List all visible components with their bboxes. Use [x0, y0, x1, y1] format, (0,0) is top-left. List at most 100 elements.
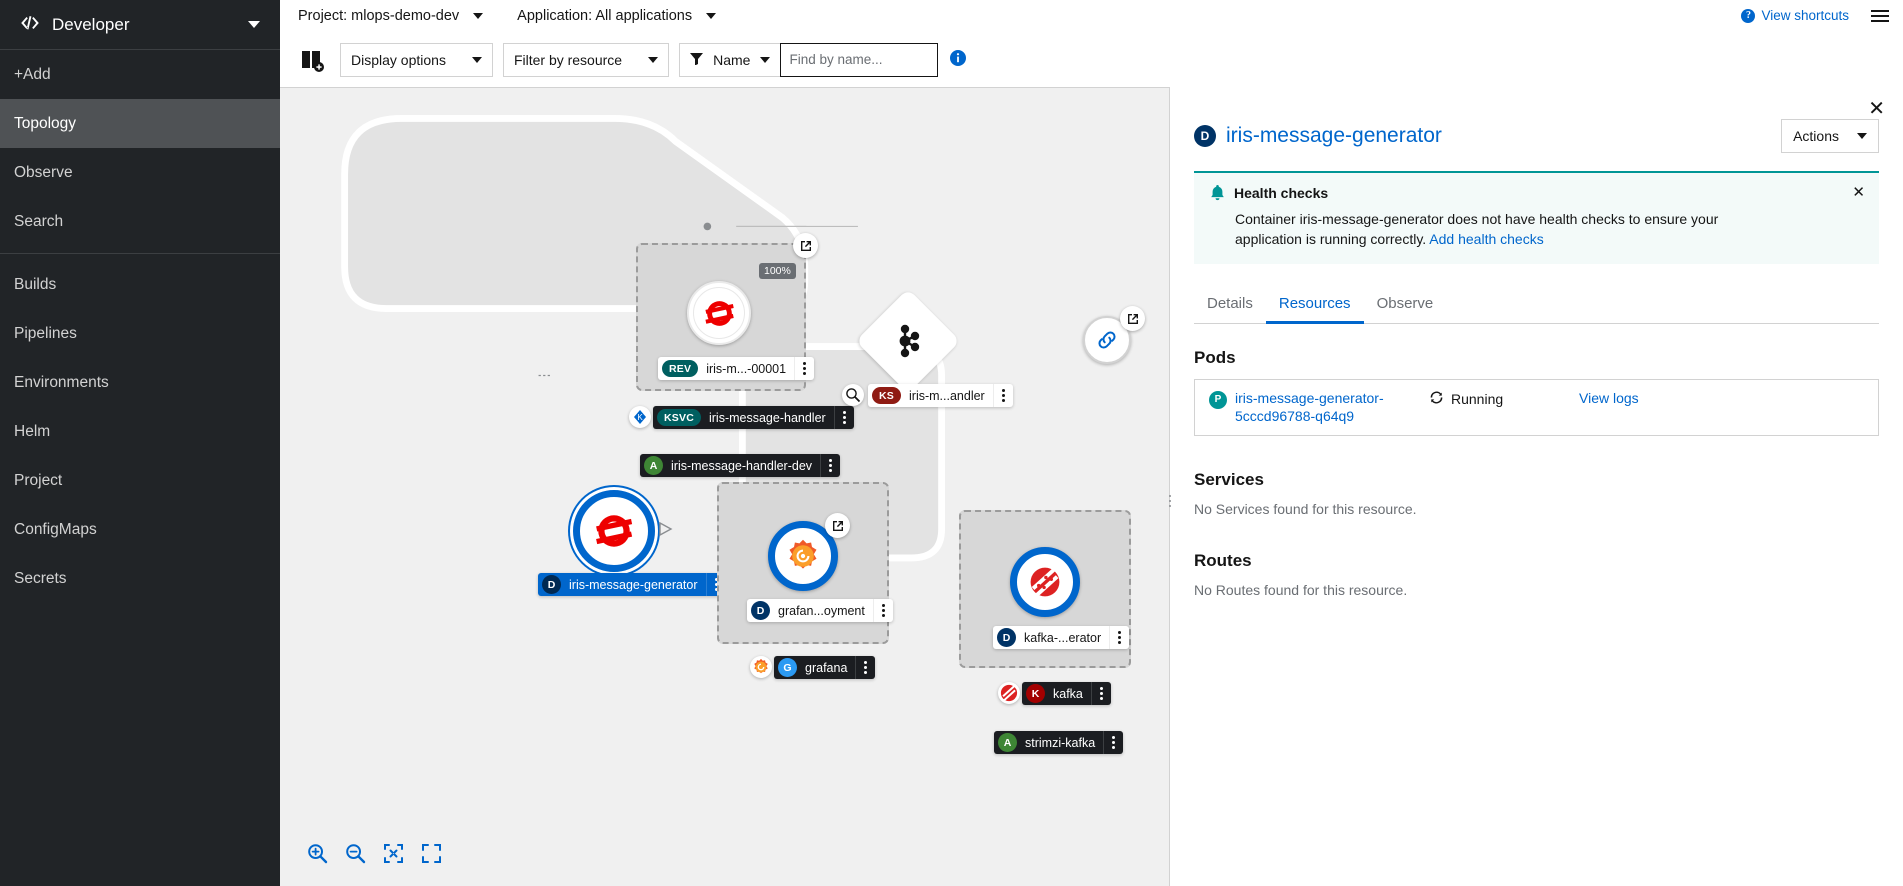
sidebar-item-label: ConfigMaps: [14, 520, 97, 538]
resource-side-panel: ✕ D iris-message-generator Actions ✕ Hea…: [1169, 87, 1903, 886]
application-selector[interactable]: Application: All applications: [513, 6, 720, 26]
iris-message-generator-label[interactable]: D iris-message-generator: [538, 573, 726, 596]
pod-status-text: Running: [1451, 390, 1504, 407]
external-link-icon[interactable]: [825, 513, 850, 538]
actions-dropdown[interactable]: Actions: [1781, 119, 1879, 153]
alert-close-icon[interactable]: ✕: [1852, 183, 1865, 201]
sidebar-item-label: Project: [14, 471, 63, 489]
topology-info-icon[interactable]: [950, 50, 967, 69]
side-panel-title-row: D iris-message-generator: [1194, 124, 1781, 148]
sidebar-item-builds[interactable]: Builds: [0, 260, 280, 309]
pod-name-link[interactable]: iris-message-generator-5cccd96788-q64q9: [1235, 390, 1429, 426]
grafana-icon: [750, 656, 772, 678]
filter-icon: [690, 52, 704, 68]
sidebar-item-label: Secrets: [14, 569, 67, 587]
expand-icon[interactable]: [416, 838, 446, 868]
name-filter-dropdown[interactable]: Name: [679, 42, 781, 77]
node-kebab-menu[interactable]: [1109, 626, 1129, 649]
topology-graph[interactable]: 100% REV iris-m...-00001 K KSVC iris-mes…: [280, 87, 1169, 886]
ks-badge: KS: [872, 387, 901, 404]
chevron-down-icon: [473, 12, 484, 19]
node-kebab-menu[interactable]: [872, 599, 893, 622]
grafana-group-label[interactable]: G grafana: [774, 656, 876, 679]
page-toolbar-top: Project: mlops-demo-dev Application: All…: [280, 0, 1903, 31]
revision-badge: REV: [662, 360, 699, 377]
view-logs-link[interactable]: View logs: [1579, 390, 1639, 406]
node-kebab-menu[interactable]: [833, 406, 854, 429]
name-filter-label: Name: [713, 51, 751, 68]
chevron-down-icon: [1857, 133, 1867, 139]
quick-start-book-icon[interactable]: [292, 43, 332, 77]
tab-observe[interactable]: Observe: [1364, 286, 1447, 324]
knative-icon: K: [629, 406, 651, 428]
sidebar-item-label: Search: [14, 212, 64, 230]
knative-revision-label[interactable]: REV iris-m...-00001: [658, 357, 815, 380]
nav-group-secondary: Builds Pipelines Environments Helm Proje…: [0, 260, 280, 603]
sidebar-item-project[interactable]: Project: [0, 456, 280, 505]
display-options-dropdown[interactable]: Display options: [340, 42, 493, 77]
search-input[interactable]: [780, 42, 939, 77]
app-root: Developer +Add Topology Observe Search B…: [0, 0, 1903, 886]
tab-details[interactable]: Details: [1194, 286, 1266, 324]
external-link-icon[interactable]: [1120, 306, 1145, 331]
zoom-in-icon[interactable]: [302, 838, 332, 868]
project-selector[interactable]: Project: mlops-demo-dev: [294, 6, 487, 26]
external-link-icon[interactable]: [793, 233, 818, 258]
sidebar-item-topology[interactable]: Topology: [0, 99, 280, 148]
tab-resources[interactable]: Resources: [1265, 286, 1364, 324]
application-selector-label: Application: All applications: [517, 7, 693, 24]
node-kebab-menu[interactable]: [1103, 731, 1123, 754]
grafana-icon: [789, 539, 817, 569]
perspective-switcher[interactable]: Developer: [0, 0, 280, 50]
sidebar-item-label: Pipelines: [14, 324, 77, 342]
actions-label: Actions: [1793, 128, 1839, 144]
code-icon: [20, 15, 42, 34]
filter-by-resource-dropdown[interactable]: Filter by resource: [502, 42, 670, 77]
sidebar-item-add[interactable]: +Add: [0, 50, 280, 99]
alert-title: Health checks: [1234, 185, 1329, 201]
node-kebab-menu[interactable]: [992, 384, 1013, 407]
kafka-source-node[interactable]: [855, 288, 961, 394]
zoom-out-icon[interactable]: [340, 838, 370, 868]
sidebar-item-helm[interactable]: Helm: [0, 407, 280, 456]
pods-heading: Pods: [1194, 347, 1236, 367]
ksvc-badge: KSVC: [657, 409, 701, 426]
sidebar-item-pipelines[interactable]: Pipelines: [0, 309, 280, 358]
sidebar-item-label: +Add: [14, 65, 51, 83]
node-kebab-menu[interactable]: [1090, 682, 1111, 705]
traffic-percentage-tag: 100%: [759, 263, 796, 279]
sidebar-item-label: Helm: [14, 422, 51, 440]
kafka-group-label[interactable]: K kafka: [1022, 682, 1111, 705]
sidebar-item-configmaps[interactable]: ConfigMaps: [0, 505, 280, 554]
grafana-deployment-label[interactable]: D grafan...oyment: [747, 599, 893, 622]
openshift-icon: [596, 515, 633, 547]
strimzi-kafka-group-label[interactable]: A strimzi-kafka: [994, 731, 1124, 754]
add-health-checks-link[interactable]: Add health checks: [1429, 231, 1543, 247]
knative-service-label[interactable]: KSVC iris-message-handler: [653, 406, 854, 429]
sidebar-item-secrets[interactable]: Secrets: [0, 554, 280, 603]
node-label-text: iris-message-handler-dev: [671, 458, 813, 473]
kafka-source-label[interactable]: KS iris-m...andler: [868, 384, 1013, 407]
fit-to-screen-icon[interactable]: [378, 838, 408, 868]
sidebar-item-search[interactable]: Search: [0, 197, 280, 246]
node-label-text: iris-message-handler: [708, 410, 826, 425]
view-shortcuts-link[interactable]: ? View shortcuts: [1741, 8, 1849, 23]
kafka-operator-label[interactable]: D kafka-...erator: [993, 626, 1130, 649]
node-kebab-menu[interactable]: [794, 357, 814, 380]
sidebar-item-observe[interactable]: Observe: [0, 148, 280, 197]
node-kebab-menu[interactable]: [855, 656, 875, 679]
app-group-handler-label[interactable]: A iris-message-handler-dev: [640, 454, 841, 477]
application-badge: A: [644, 456, 663, 475]
main-area: Project: mlops-demo-dev Application: All…: [280, 0, 1903, 886]
close-panel-icon[interactable]: ✕: [1868, 99, 1885, 119]
nav-divider: [0, 253, 280, 254]
side-panel-title[interactable]: iris-message-generator: [1226, 124, 1442, 148]
node-kebab-menu[interactable]: [820, 454, 840, 477]
panel-resize-handle[interactable]: [1166, 487, 1174, 515]
sidebar-item-environments[interactable]: Environments: [0, 358, 280, 407]
list-view-icon[interactable]: [1871, 9, 1889, 22]
services-empty-text: No Services found for this resource.: [1194, 501, 1417, 518]
sidebar-item-label: Builds: [14, 275, 57, 293]
content-row: 100% REV iris-m...-00001 K KSVC iris-mes…: [280, 87, 1903, 886]
